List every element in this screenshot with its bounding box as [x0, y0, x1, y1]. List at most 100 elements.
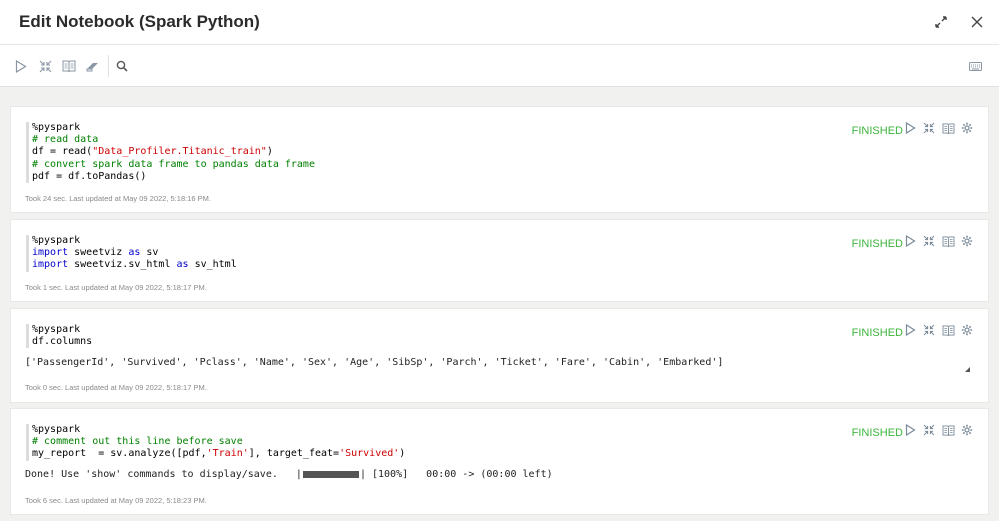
paragraph[interactable]: %pyspark # comment out this line before s…	[10, 408, 989, 515]
code-line: import sweetviz as sv	[32, 247, 237, 259]
code-line: %pyspark	[32, 324, 92, 336]
code-line: %pyspark	[32, 235, 237, 247]
expand-icon[interactable]	[932, 13, 950, 31]
collapse-icon	[923, 323, 935, 341]
paragraph-controls	[903, 234, 974, 252]
code-line: # comment out this line before save	[32, 436, 405, 448]
code-token: %pyspark	[32, 122, 81, 133]
code-line: pdf = df.toPandas()	[32, 171, 315, 183]
book-icon	[942, 234, 955, 252]
status-badge: FINISHED	[851, 125, 903, 137]
play-icon	[905, 323, 916, 341]
paragraph-output: ['PassengerId', 'Survived', 'Pclass', 'N…	[25, 357, 724, 368]
hide-output-button[interactable]	[941, 236, 955, 250]
paragraph-footer: Took 0 sec. Last updated at May 09 2022,…	[25, 383, 207, 392]
status-badge: FINISHED	[851, 327, 903, 339]
paragraph-controls	[903, 121, 974, 139]
collapse-icon	[923, 423, 935, 441]
code-line: import sweetviz.sv_html as sv_html	[32, 259, 237, 271]
run-all-button[interactable]	[9, 54, 33, 78]
notebook-toolbar	[0, 45, 999, 87]
book-icon	[942, 323, 955, 341]
code-line: %pyspark	[32, 122, 315, 134]
code-editor[interactable]: %pyspark import sweetviz as sv import swee…	[26, 235, 237, 272]
clear-output-button[interactable]	[81, 54, 105, 78]
code-token: 'Train'	[206, 448, 249, 460]
code-token: df = read(	[32, 146, 93, 158]
code-line: df.columns	[32, 336, 92, 348]
code-token: 'Survived'	[339, 448, 400, 460]
close-icon[interactable]	[968, 13, 986, 31]
code-editor[interactable]: %pyspark # comment out this line before s…	[26, 424, 405, 461]
gear-icon	[961, 423, 973, 441]
run-paragraph-button[interactable]	[903, 423, 917, 441]
code-token: my_report = sv.analyze([pdf,	[32, 448, 207, 460]
output-resize-handle[interactable]	[965, 367, 970, 372]
run-paragraph-button[interactable]	[903, 121, 917, 137]
play-icon	[905, 423, 916, 441]
code-token: %pyspark	[32, 235, 81, 246]
play-icon	[905, 234, 916, 252]
keyboard-icon	[968, 61, 982, 71]
hide-code-button[interactable]	[922, 121, 936, 139]
paragraph-output: Done! Use 'show' commands to display/sav…	[25, 469, 553, 480]
code-token: ], target_feat=	[248, 448, 340, 460]
code-token: )	[266, 146, 273, 158]
notebook-content: %pyspark # read data df = read("Data_Profi…	[0, 87, 999, 521]
paragraph-settings-button[interactable]	[960, 423, 974, 441]
code-token: sv_html	[188, 259, 237, 271]
hide-output-button[interactable]	[941, 425, 955, 439]
paragraph-settings-button[interactable]	[960, 121, 974, 139]
code-line: # read data	[32, 134, 315, 146]
code-token: %pyspark	[32, 424, 81, 435]
collapse-icon	[39, 60, 51, 72]
paragraph[interactable]: %pyspark import sweetviz as sv import swee…	[10, 219, 989, 302]
code-token: import	[32, 259, 69, 271]
hide-output-button[interactable]	[941, 123, 955, 137]
hide-code-button[interactable]	[922, 234, 936, 252]
hide-code-button[interactable]	[922, 323, 936, 341]
output-progress-text: | [100%] 00:00 -> (00:00 left)	[359, 469, 553, 480]
dialog-header: Edit Notebook (Spark Python)	[0, 0, 999, 45]
paragraph[interactable]: %pyspark # read data df = read("Data_Profi…	[10, 106, 989, 213]
run-paragraph-button[interactable]	[903, 234, 917, 252]
code-line: # convert spark data frame to pandas dat…	[32, 159, 315, 171]
hide-code-button[interactable]	[922, 423, 936, 441]
collapse-icon	[923, 121, 935, 139]
gear-icon	[961, 323, 973, 341]
paragraph-footer: Took 1 sec. Last updated at May 09 2022,…	[25, 283, 207, 292]
hide-output-button[interactable]	[57, 54, 81, 78]
gear-icon	[961, 121, 973, 139]
book-icon	[62, 60, 76, 72]
status-badge: FINISHED	[851, 238, 903, 250]
code-token: as	[176, 259, 189, 271]
hide-code-button[interactable]	[33, 54, 57, 78]
code-line: df = read("Data_Profiler.Titanic_train")	[32, 146, 315, 158]
paragraph-footer: Took 24 sec. Last updated at May 09 2022…	[25, 194, 211, 203]
code-token: sv	[140, 247, 159, 259]
paragraph-settings-button[interactable]	[960, 235, 974, 250]
dialog-title: Edit Notebook (Spark Python)	[19, 12, 260, 31]
code-editor[interactable]: %pyspark df.columns	[26, 324, 92, 349]
paragraph-controls	[903, 323, 974, 341]
code-token: import	[32, 247, 69, 259]
paragraph-settings-button[interactable]	[960, 323, 974, 341]
code-token: df.columns	[32, 336, 93, 348]
collapse-icon	[923, 234, 935, 252]
paragraph[interactable]: %pyspark df.columns FINISHED ['PassengerI…	[10, 308, 989, 403]
code-editor[interactable]: %pyspark # read data df = read("Data_Profi…	[26, 122, 315, 184]
code-token: # convert spark data frame to pandas dat…	[32, 158, 315, 170]
book-icon	[942, 423, 955, 441]
code-token: "Data_Profiler.Titanic_train"	[92, 146, 267, 158]
run-paragraph-button[interactable]	[903, 323, 917, 341]
code-token: %pyspark	[32, 324, 81, 335]
keyboard-shortcuts-button[interactable]	[963, 54, 987, 78]
progress-bar	[302, 470, 359, 478]
status-badge: FINISHED	[851, 427, 903, 439]
play-icon	[15, 59, 27, 73]
search-button[interactable]	[110, 54, 134, 78]
toolbar-divider	[108, 55, 109, 77]
hide-output-button[interactable]	[941, 325, 955, 339]
output-text: Done! Use 'show' commands to display/sav…	[25, 469, 302, 480]
paragraph-footer: Took 6 sec. Last updated at May 09 2022,…	[25, 496, 207, 505]
